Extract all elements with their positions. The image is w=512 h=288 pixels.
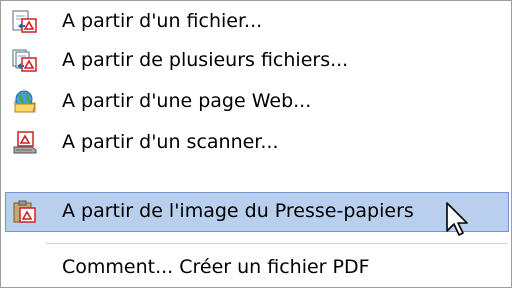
menu-item-from-multiple-files[interactable]: A partir de plusieurs fichiers... xyxy=(5,41,509,81)
scanner-pdf-icon xyxy=(12,131,38,155)
clipboard-pdf-icon xyxy=(12,200,38,224)
menu-item-from-clipboard[interactable]: A partir de l'image du Presse-papiers xyxy=(5,192,509,232)
pdf-from-multiple-files-icon xyxy=(12,49,38,73)
mouse-pointer-icon xyxy=(445,201,473,245)
menu-separator xyxy=(46,243,508,244)
menu-item-from-file[interactable]: A partir d'un fichier... xyxy=(5,2,509,42)
menu-item-from-web-page[interactable]: A partir d'une page Web... xyxy=(5,82,509,122)
context-menu: A partir d'un fichier... A partir de plu… xyxy=(0,0,512,288)
menu-item-label: A partir d'une page Web... xyxy=(62,90,312,112)
menu-item-from-scanner[interactable]: A partir d'un scanner... xyxy=(5,123,509,163)
menu-item-label: A partir de plusieurs fichiers... xyxy=(62,49,349,71)
menu-item-label: A partir de l'image du Presse-papiers xyxy=(62,200,414,222)
pdf-from-file-icon xyxy=(12,10,38,34)
menu-item-how-to-create-pdf[interactable]: Comment... Créer un fichier PDF xyxy=(5,248,509,288)
menu-item-label: A partir d'un scanner... xyxy=(62,131,279,153)
globe-folder-icon xyxy=(12,90,38,114)
menu-item-label: A partir d'un fichier... xyxy=(62,10,263,32)
menu-item-label: Comment... Créer un fichier PDF xyxy=(62,256,370,278)
